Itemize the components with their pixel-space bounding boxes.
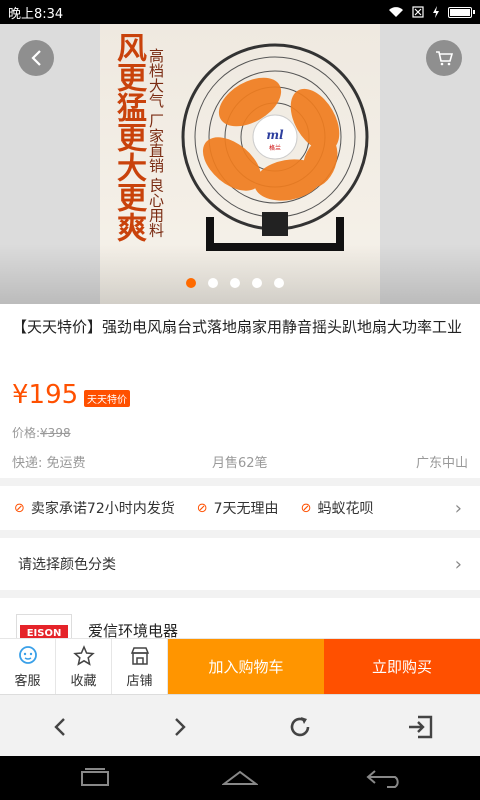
image-slogan: 风更猛更大更爽 xyxy=(111,32,146,242)
cart-icon xyxy=(436,51,453,66)
check-circle-icon: ⊘ xyxy=(300,500,312,516)
select-color-label: 请选择颜色分类 xyxy=(18,557,116,573)
customer-service-button[interactable]: 客服 xyxy=(0,639,56,695)
browser-toolbar xyxy=(0,694,480,756)
original-price-label: 价格: xyxy=(12,426,41,440)
customer-service-label: 客服 xyxy=(14,674,41,689)
promo-badge: 天天特价 xyxy=(84,390,130,407)
chevron-left-icon xyxy=(31,50,41,66)
product-price: ¥195 xyxy=(12,380,79,410)
status-time: 晚上8:34 xyxy=(8,6,64,22)
shop-card[interactable]: EISON 爱信环境电器 xyxy=(0,598,480,638)
cart-button[interactable] xyxy=(426,40,462,76)
promise-label: 卖家承诺72小时内发货 xyxy=(30,501,175,517)
gallery-dots xyxy=(186,278,284,288)
recent-apps-button[interactable] xyxy=(70,764,120,792)
store-button[interactable]: 店铺 xyxy=(112,639,168,695)
gallery-dot[interactable] xyxy=(230,278,240,288)
ship-from-location: 广东中山 xyxy=(415,456,468,471)
service-promises[interactable]: ⊘ 卖家承诺72小时内发货 ⊘ 7天无理由 ⊘ 蚂蚁花呗 › xyxy=(0,486,480,530)
exit-icon xyxy=(409,715,433,739)
original-price-value: ¥398 xyxy=(40,426,71,440)
status-icons xyxy=(388,6,475,18)
promise-item: ⊘ 卖家承诺72小时内发货 xyxy=(14,498,175,518)
product-image-gallery[interactable]: 风更猛更大更爽 高档大气 厂家直销 良心用料 ml 格兰 xyxy=(0,24,480,304)
shop-logo: EISON xyxy=(16,614,72,638)
charging-icon xyxy=(433,6,439,18)
back-nav-button[interactable] xyxy=(360,764,410,792)
store-label: 店铺 xyxy=(126,674,153,689)
gallery-shade xyxy=(0,244,480,304)
back-arrow-icon xyxy=(366,770,399,788)
chevron-right-icon: › xyxy=(454,497,462,519)
chat-bubble-icon xyxy=(18,646,37,664)
image-tagline: 高档大气 厂家直销 良心用料 xyxy=(147,48,165,238)
browser-back-button[interactable] xyxy=(40,707,80,747)
gallery-dot[interactable] xyxy=(274,278,284,288)
fan-brand-sub: 格兰 xyxy=(269,144,281,152)
back-button[interactable] xyxy=(18,40,54,76)
original-price: 价格:¥398 xyxy=(12,424,71,441)
home-icon xyxy=(222,770,258,785)
store-icon xyxy=(130,647,149,665)
promise-label: 7天无理由 xyxy=(213,501,279,517)
check-circle-icon: ⊘ xyxy=(196,500,208,516)
chevron-right-icon xyxy=(175,718,186,736)
reload-button[interactable] xyxy=(280,707,320,747)
exit-button[interactable] xyxy=(400,707,440,747)
recent-apps-icon xyxy=(81,768,109,786)
chevron-right-icon: › xyxy=(454,553,462,575)
shop-logo-text: EISON xyxy=(20,625,68,638)
product-info: 【天天特价】强劲电风扇台式落地扇家用静音摇头趴地扇大功率工业 ¥195 天天特价… xyxy=(0,304,480,478)
add-to-cart-button[interactable]: 加入购物车 xyxy=(168,639,324,694)
check-circle-icon: ⊘ xyxy=(14,500,25,516)
monthly-sales: 月售62笔 xyxy=(212,456,268,471)
promise-item: ⊘ 7天无理由 xyxy=(197,498,279,518)
fan-illustration: ml 格兰 xyxy=(181,43,369,251)
star-icon xyxy=(72,645,95,666)
battery-icon xyxy=(448,6,475,18)
shipping-info: 快递: 免运费 xyxy=(12,456,86,471)
home-button[interactable] xyxy=(215,764,265,792)
promise-item: ⊘ 蚂蚁花呗 xyxy=(301,498,374,518)
chevron-left-icon xyxy=(54,718,65,736)
favorite-button[interactable]: 收藏 xyxy=(56,639,112,695)
browser-forward-button[interactable] xyxy=(160,707,200,747)
promise-label: 蚂蚁花呗 xyxy=(317,501,374,517)
gallery-dot[interactable] xyxy=(186,278,196,288)
favorite-label: 收藏 xyxy=(70,674,97,689)
system-nav-bar xyxy=(0,756,480,800)
gallery-dot[interactable] xyxy=(252,278,262,288)
wifi-icon xyxy=(389,7,403,17)
buy-now-button[interactable]: 立即购买 xyxy=(324,639,480,694)
gallery-dot[interactable] xyxy=(208,278,218,288)
product-title: 【天天特价】强劲电风扇台式落地扇家用静音摇头趴地扇大功率工业 xyxy=(12,318,463,336)
signal-off-icon xyxy=(412,6,424,18)
reload-icon xyxy=(290,717,310,737)
select-color-row[interactable]: 请选择颜色分类 › xyxy=(0,538,480,590)
shop-name: 爱信环境电器 xyxy=(88,622,179,638)
status-bar: 晚上8:34 xyxy=(0,0,480,24)
purchase-action-bar: 客服 收藏 店铺 加入购物车 立即购买 xyxy=(0,638,480,695)
fan-brand-mark: ml xyxy=(266,128,284,142)
